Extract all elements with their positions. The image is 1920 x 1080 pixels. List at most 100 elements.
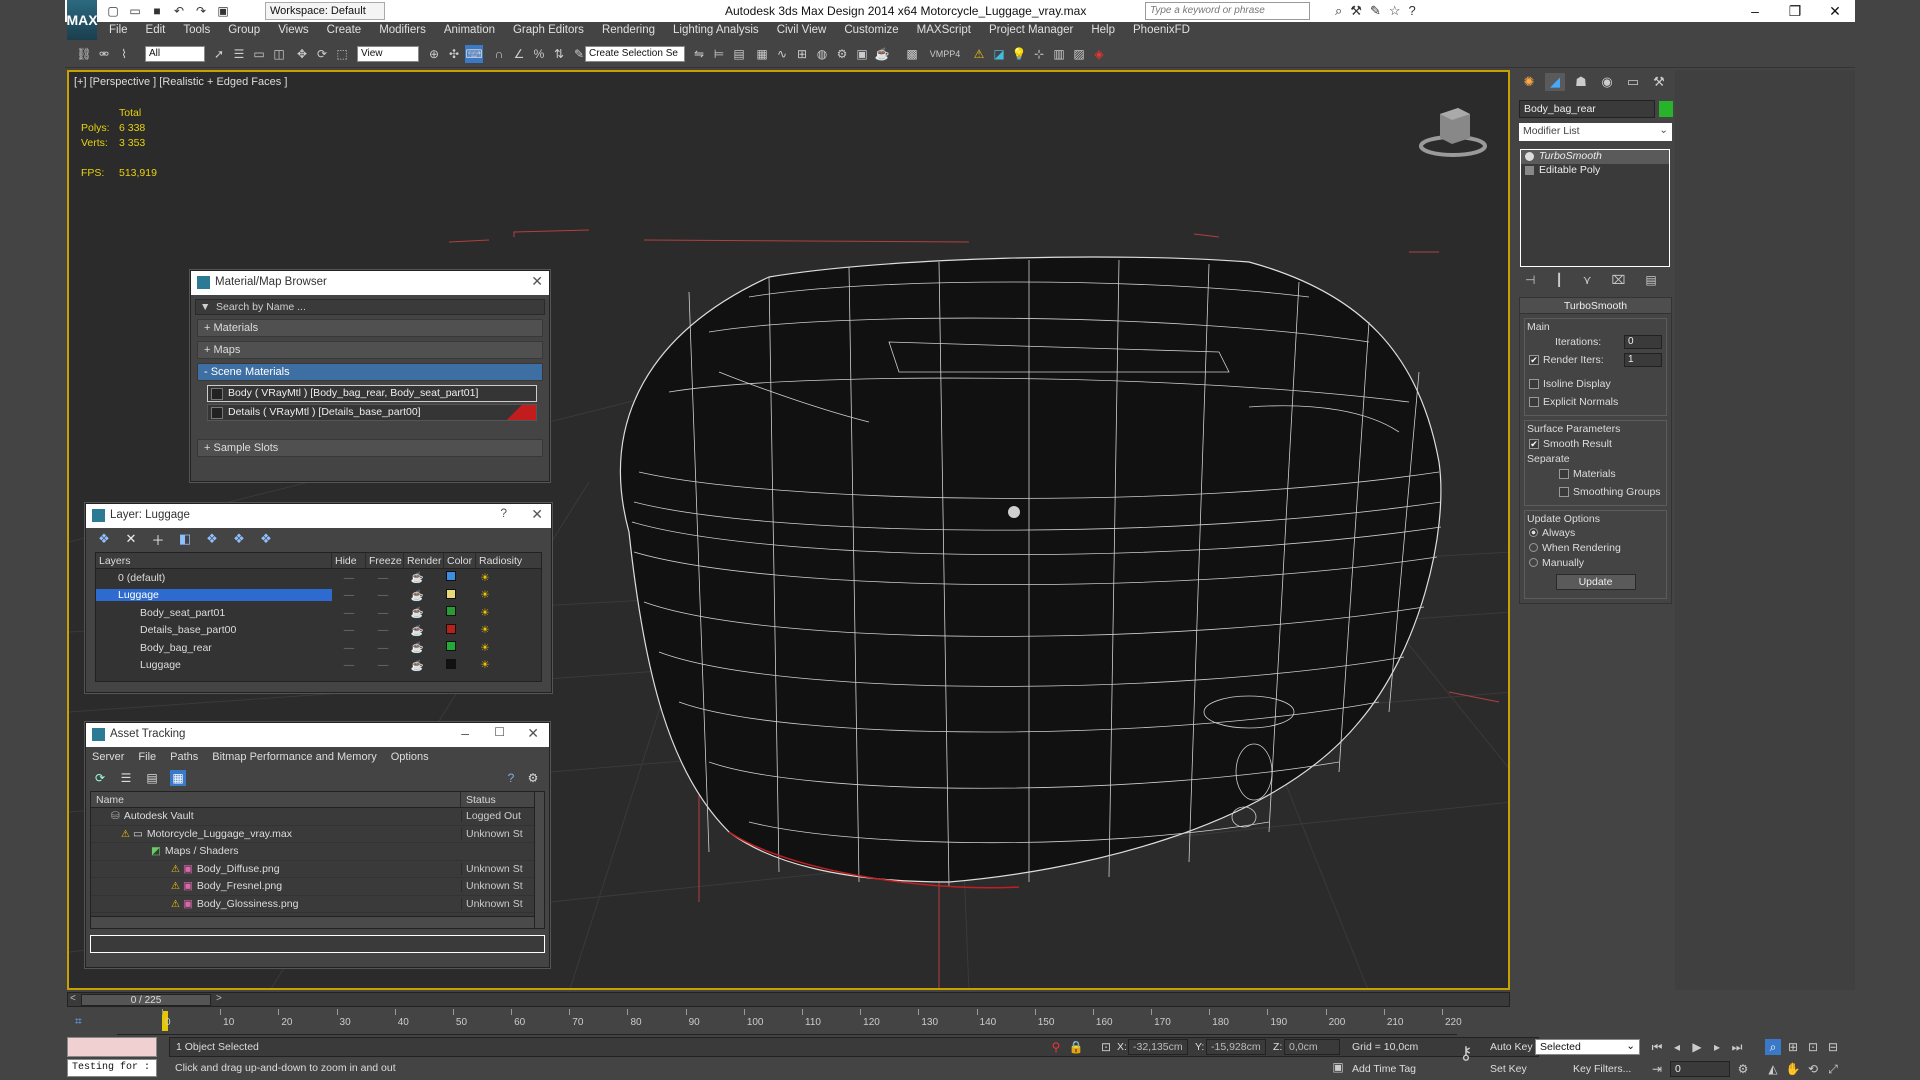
current-frame-field[interactable]: 0 <box>1670 1061 1730 1077</box>
stack-item-editable-poly[interactable]: Editable Poly <box>1521 164 1669 178</box>
previous-frame-icon[interactable]: ◂ <box>1669 1039 1685 1055</box>
menu-customize[interactable]: Customize <box>835 22 907 40</box>
redo-icon[interactable]: ↷ <box>193 3 209 19</box>
layer-radiosity-icon[interactable]: ☀ <box>468 659 502 671</box>
maxscript-listener-mini[interactable] <box>67 1037 157 1057</box>
layer-color-swatch[interactable] <box>446 623 456 634</box>
layer-row[interactable]: Luggage — — ☕ ☀ <box>96 657 541 675</box>
warning-icon[interactable]: ⚠ <box>970 45 988 63</box>
explicit-normals-checkbox[interactable] <box>1529 397 1539 407</box>
absolute-mode-icon[interactable]: ⊡ <box>1098 1039 1114 1055</box>
select-move-icon[interactable]: ✥ <box>293 45 311 63</box>
layer-manager-titlebar[interactable]: Layer: Luggage ? ✕ <box>86 504 551 528</box>
layer-render-teapot-icon[interactable]: ☕ <box>400 659 434 672</box>
help-icon[interactable]: ? <box>1409 3 1416 19</box>
refresh-icon[interactable]: ⟳ <box>92 770 108 786</box>
undo-icon[interactable]: ↶ <box>171 3 187 19</box>
vray-mesh-icon[interactable]: ▨ <box>1070 45 1088 63</box>
col-layers[interactable]: Layers <box>96 553 332 568</box>
table-view-icon[interactable]: ▦ <box>170 770 186 786</box>
display-tab-icon[interactable]: ▭ <box>1623 73 1643 91</box>
material-browser-titlebar[interactable]: Material/Map Browser ✕ <box>191 271 549 295</box>
menu-project-manager[interactable]: Project Manager <box>980 22 1082 40</box>
freeze-all-layers-icon[interactable]: ❖ <box>258 531 274 547</box>
rendered-frame-window-icon[interactable]: ▣ <box>853 45 871 63</box>
favorites-star-icon[interactable]: ☆ <box>1389 3 1401 19</box>
vmpp-label[interactable]: VMPP4 <box>925 45 965 63</box>
menu-edit[interactable]: Edit <box>137 22 175 40</box>
material-search-input[interactable]: ▼ Search by Name ... <box>195 299 545 315</box>
select-scale-icon[interactable]: ⬚ <box>333 45 351 63</box>
search-input[interactable]: Type a keyword or phrase <box>1145 2 1310 20</box>
viewcube[interactable] <box>1418 102 1488 162</box>
layer-freeze-toggle[interactable]: — <box>366 624 400 636</box>
time-prev-icon[interactable]: < <box>70 993 76 1004</box>
pin-stack-icon[interactable]: ⊣ <box>1525 273 1535 287</box>
restore-button[interactable]: ❐ <box>1775 0 1815 22</box>
menu-file[interactable]: File <box>100 22 137 40</box>
layer-row[interactable]: Body_seat_part01 — — ☕ ☀ <box>96 604 541 622</box>
selection-lock-icon[interactable]: 🔒 <box>1068 1039 1084 1055</box>
unlink-icon[interactable]: ⚮ <box>95 45 113 63</box>
col-freeze[interactable]: Freeze <box>366 553 404 568</box>
subscription-icon[interactable]: ⚒ <box>1350 3 1362 19</box>
zoom-icon[interactable]: ⌕ <box>1765 1039 1781 1055</box>
maximize-viewport-icon[interactable]: ⤢ <box>1825 1061 1841 1077</box>
angle-snap-icon[interactable]: ∠ <box>510 45 528 63</box>
layer-close-icon[interactable]: ✕ <box>531 506 543 523</box>
asset-close-icon[interactable]: ✕ <box>527 725 539 742</box>
create-layer-icon[interactable]: ❖ <box>96 531 112 547</box>
add-to-layer-icon[interactable]: ＋ <box>150 531 166 548</box>
material-browser-close-icon[interactable]: ✕ <box>531 273 543 290</box>
curve-editor-icon[interactable]: ∿ <box>773 45 791 63</box>
render-setup-icon[interactable]: ⚙ <box>833 45 851 63</box>
asset-horizontal-scrollbar[interactable] <box>91 916 544 928</box>
time-next-icon[interactable]: > <box>216 993 222 1004</box>
menu-tools[interactable]: Tools <box>174 22 219 40</box>
stack-item-turbosmooth[interactable]: TurboSmooth <box>1521 150 1669 164</box>
materials-checkbox[interactable] <box>1559 469 1569 479</box>
mirror-icon[interactable]: ⇋ <box>690 45 708 63</box>
category-materials[interactable]: + Materials <box>197 319 543 337</box>
close-window-button[interactable]: ✕ <box>1815 0 1855 22</box>
rect-selection-icon[interactable]: ▭ <box>250 45 268 63</box>
remove-modifier-icon[interactable]: ⌧ <box>1611 273 1625 287</box>
smooth-result-checkbox[interactable]: ✔ <box>1529 439 1539 449</box>
menu-help[interactable]: Help <box>1082 22 1124 40</box>
link-icon[interactable]: ⛓ <box>75 45 93 63</box>
asset-row[interactable]: ⛁ Autodesk Vault Logged Out <box>91 808 544 826</box>
layer-radiosity-icon[interactable]: ☀ <box>468 589 502 601</box>
layer-color-swatch[interactable] <box>446 588 456 599</box>
isolate-selection-icon[interactable]: ⚲ <box>1048 1039 1064 1055</box>
object-color-swatch[interactable] <box>1659 101 1673 117</box>
layer-radiosity-icon[interactable]: ☀ <box>468 572 502 584</box>
asset-menu-paths[interactable]: Paths <box>170 751 198 763</box>
time-slider[interactable]: < 0 / 225 > <box>67 992 1510 1007</box>
zoom-extents-icon[interactable]: ⊡ <box>1805 1039 1821 1055</box>
layer-color-swatch[interactable] <box>446 606 456 617</box>
pivot-icon[interactable]: ⊕ <box>425 45 443 63</box>
asset-vertical-scrollbar[interactable] <box>534 792 544 928</box>
pan-icon[interactable]: ✋ <box>1785 1061 1801 1077</box>
layer-render-teapot-icon[interactable]: ☕ <box>400 606 434 619</box>
layer-name[interactable]: Luggage <box>96 589 332 602</box>
modifier-list-dropdown[interactable]: Modifier List ⌄ <box>1519 123 1672 141</box>
col-radiosity[interactable]: Radiosity <box>476 553 528 568</box>
menu-create[interactable]: Create <box>318 22 371 40</box>
luggage-mesh[interactable] <box>619 256 1442 889</box>
asset-menu-server[interactable]: Server <box>92 751 124 763</box>
select-rotate-icon[interactable]: ⟳ <box>313 45 331 63</box>
layer-row[interactable]: 0 (default) — — ☕ ☀ <box>96 569 541 587</box>
search-dropdown-icon[interactable]: ▼ <box>200 301 210 313</box>
layer-object-name[interactable]: Luggage <box>96 659 332 671</box>
motion-tab-icon[interactable]: ◉ <box>1597 73 1617 91</box>
zoom-all-icon[interactable]: ⊞ <box>1785 1039 1801 1055</box>
schematic-view-icon[interactable]: ⊞ <box>793 45 811 63</box>
material-item-details[interactable]: Details ( VRayMtl ) [Details_base_part00… <box>207 404 537 421</box>
new-file-icon[interactable]: ▢ <box>105 3 121 19</box>
asset-menu-options[interactable]: Options <box>391 751 429 763</box>
layer-color-swatch[interactable] <box>446 658 456 669</box>
layer-object-name[interactable]: Details_base_part00 <box>96 624 332 636</box>
project-folder-icon[interactable]: ▣ <box>215 3 231 19</box>
show-end-result-icon[interactable]: ┃ <box>1555 273 1562 287</box>
